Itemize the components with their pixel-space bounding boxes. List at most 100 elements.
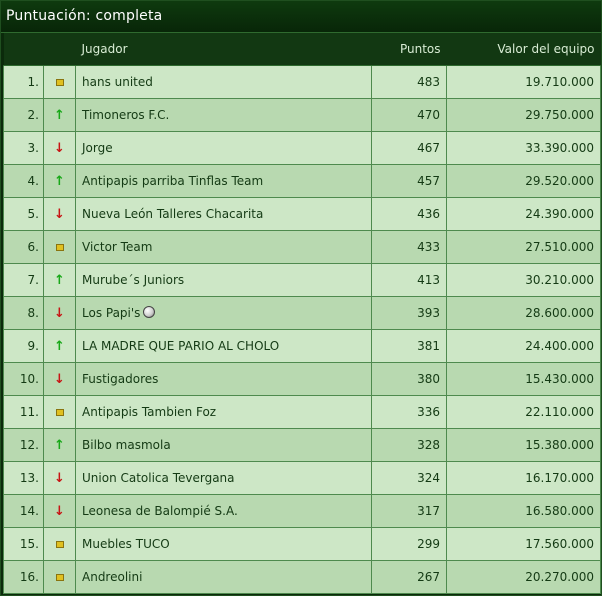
points-cell: 433 xyxy=(371,230,447,264)
rank-cell: 4. xyxy=(3,164,44,198)
player-name[interactable]: Antipapis parriba Tinflas Team xyxy=(82,174,263,188)
points-cell: 467 xyxy=(371,131,447,165)
player-name[interactable]: Timoneros F.C. xyxy=(82,108,169,122)
table-row[interactable]: 9. ↑ LA MADRE QUE PARIO AL CHOLO 381 24.400.… xyxy=(3,329,601,363)
team-value-cell: 20.270.000 xyxy=(446,560,601,594)
table-row[interactable]: 13. ↓ Union Catolica Tevergana 324 16.170.00… xyxy=(3,461,601,495)
rank-cell: 13. xyxy=(3,461,44,495)
points-cell: 324 xyxy=(371,461,447,495)
player-name[interactable]: Nueva León Talleres Chacarita xyxy=(82,207,263,221)
table-row[interactable]: 16. Andreolini 267 20.270.000 xyxy=(3,560,601,594)
table-row[interactable]: 11. Antipapis Tambien Foz 336 22.110.000 xyxy=(3,395,601,429)
player-name[interactable]: Andreolini xyxy=(82,570,142,584)
player-name[interactable]: Antipapis Tambien Foz xyxy=(82,405,216,419)
up-arrow-icon: ↑ xyxy=(54,272,65,288)
player-cell[interactable]: hans united xyxy=(75,65,372,99)
player-name[interactable]: Victor Team xyxy=(82,240,152,254)
player-cell[interactable]: Murube´s Juniors xyxy=(75,263,372,297)
player-name[interactable]: Los Papi's xyxy=(82,306,140,320)
trend-cell: ↓ xyxy=(43,494,76,528)
down-arrow-icon: ↓ xyxy=(54,503,65,519)
player-name[interactable]: Bilbo masmola xyxy=(82,438,171,452)
down-arrow-icon: ↓ xyxy=(54,305,65,321)
team-value-cell: 15.430.000 xyxy=(446,362,601,396)
table-row[interactable]: 10. ↓ Fustigadores 380 15.430.000 xyxy=(3,362,601,396)
player-cell[interactable]: Los Papi's xyxy=(75,296,372,330)
player-name[interactable]: Leonesa de Balompié S.A. xyxy=(82,504,238,518)
table-row[interactable]: 7. ↑ Murube´s Juniors 413 30.210.000 xyxy=(3,263,601,297)
player-name[interactable]: Murube´s Juniors xyxy=(82,273,184,287)
table-row[interactable]: 14. ↓ Leonesa de Balompié S.A. 317 16.580.00… xyxy=(3,494,601,528)
up-arrow-icon: ↑ xyxy=(54,338,65,354)
down-arrow-icon: ↓ xyxy=(54,371,65,387)
unchanged-square-icon xyxy=(55,574,64,581)
unchanged-square-icon xyxy=(55,79,64,86)
player-cell[interactable]: Jorge xyxy=(75,131,372,165)
points-cell: 267 xyxy=(371,560,447,594)
unchanged-square-icon xyxy=(55,409,64,416)
unchanged-square-icon xyxy=(55,541,64,548)
table-row[interactable]: 15. Muebles TUCO 299 17.560.000 xyxy=(3,527,601,561)
table-row[interactable]: 6. Victor Team 433 27.510.000 xyxy=(3,230,601,264)
team-value-cell: 22.110.000 xyxy=(446,395,601,429)
player-cell[interactable]: Antipapis parriba Tinflas Team xyxy=(75,164,372,198)
column-header-points[interactable]: Puntos xyxy=(371,33,447,66)
down-arrow-icon: ↓ xyxy=(54,470,65,486)
player-name[interactable]: LA MADRE QUE PARIO AL CHOLO xyxy=(82,339,279,353)
up-arrow-icon: ↑ xyxy=(54,107,65,123)
rank-cell: 8. xyxy=(3,296,44,330)
ball-icon xyxy=(143,306,156,318)
player-cell[interactable]: Muebles TUCO xyxy=(75,527,372,561)
points-cell: 328 xyxy=(371,428,447,462)
table-header-row: Jugador Puntos Valor del equipo xyxy=(3,33,601,66)
column-header-rank xyxy=(3,33,44,66)
player-cell[interactable]: Fustigadores xyxy=(75,362,372,396)
player-cell[interactable]: Victor Team xyxy=(75,230,372,264)
points-cell: 470 xyxy=(371,98,447,132)
rank-cell: 11. xyxy=(3,395,44,429)
player-cell[interactable]: Bilbo masmola xyxy=(75,428,372,462)
player-cell[interactable]: Leonesa de Balompié S.A. xyxy=(75,494,372,528)
points-cell: 299 xyxy=(371,527,447,561)
player-cell[interactable]: Timoneros F.C. xyxy=(75,98,372,132)
player-cell[interactable]: Andreolini xyxy=(75,560,372,594)
team-value-cell: 15.380.000 xyxy=(446,428,601,462)
rank-cell: 9. xyxy=(3,329,44,363)
table-row[interactable]: 2. ↑ Timoneros F.C. 470 29.750.000 xyxy=(3,98,601,132)
table-row[interactable]: 12. ↑ Bilbo masmola 328 15.380.000 xyxy=(3,428,601,462)
trend-cell: ↓ xyxy=(43,197,76,231)
trend-cell: ↑ xyxy=(43,329,76,363)
trend-cell xyxy=(43,395,76,429)
player-name[interactable]: Muebles TUCO xyxy=(82,537,170,551)
team-value-cell: 30.210.000 xyxy=(446,263,601,297)
team-value-cell: 17.560.000 xyxy=(446,527,601,561)
rank-cell: 6. xyxy=(3,230,44,264)
trend-cell: ↓ xyxy=(43,461,76,495)
player-name[interactable]: hans united xyxy=(82,75,153,89)
player-name[interactable]: Union Catolica Tevergana xyxy=(82,471,235,485)
player-cell[interactable]: LA MADRE QUE PARIO AL CHOLO xyxy=(75,329,372,363)
trend-cell: ↓ xyxy=(43,296,76,330)
trend-cell: ↑ xyxy=(43,263,76,297)
player-cell[interactable]: Union Catolica Tevergana xyxy=(75,461,372,495)
unchanged-square-icon xyxy=(55,244,64,251)
table-row[interactable]: 5. ↓ Nueva León Talleres Chacarita 436 24.39… xyxy=(3,197,601,231)
points-cell: 336 xyxy=(371,395,447,429)
trend-cell xyxy=(43,65,76,99)
team-value-cell: 24.400.000 xyxy=(446,329,601,363)
team-value-cell: 16.170.000 xyxy=(446,461,601,495)
table-row[interactable]: 4. ↑ Antipapis parriba Tinflas Team 457 29.5… xyxy=(3,164,601,198)
table-row[interactable]: 1. hans united 483 19.710.000 xyxy=(3,65,601,99)
team-value-cell: 33.390.000 xyxy=(446,131,601,165)
table-row[interactable]: 3. ↓ Jorge 467 33.390.000 xyxy=(3,131,601,165)
player-cell[interactable]: Antipapis Tambien Foz xyxy=(75,395,372,429)
points-cell: 380 xyxy=(371,362,447,396)
points-cell: 381 xyxy=(371,329,447,363)
player-name[interactable]: Jorge xyxy=(82,141,113,155)
column-header-team-value[interactable]: Valor del equipo xyxy=(446,33,601,66)
player-cell[interactable]: Nueva León Talleres Chacarita xyxy=(75,197,372,231)
player-name[interactable]: Fustigadores xyxy=(82,372,158,386)
column-header-player[interactable]: Jugador xyxy=(75,33,372,66)
table-row[interactable]: 8. ↓ Los Papi's 393 28.600.000 xyxy=(3,296,601,330)
column-header-trend xyxy=(43,33,76,66)
